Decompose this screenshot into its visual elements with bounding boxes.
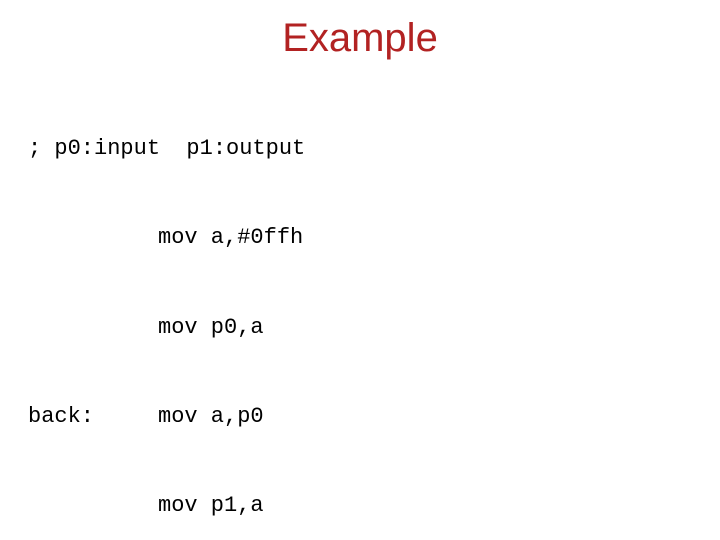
code-instruction: mov p0,a	[158, 313, 498, 343]
code-comment-line: ; p0:input p1:output	[28, 134, 692, 164]
code-line: mov p1,a	[28, 491, 692, 521]
code-instruction: mov a,#0ffh	[158, 223, 498, 253]
slide-title: Example	[28, 16, 692, 61]
slide: Example ; p0:input p1:output mov a,#0ffh…	[0, 0, 720, 540]
code-line: mov a,#0ffh	[28, 223, 692, 253]
code-line: back:mov a,p0	[28, 402, 692, 432]
code-block-1: ; p0:input p1:output mov a,#0ffh mov p0,…	[28, 75, 692, 540]
code-instruction: mov a,p0	[158, 402, 498, 432]
code-instruction: mov p1,a	[158, 491, 498, 521]
code-label: back:	[28, 402, 158, 432]
code-line: mov p0,a	[28, 313, 692, 343]
